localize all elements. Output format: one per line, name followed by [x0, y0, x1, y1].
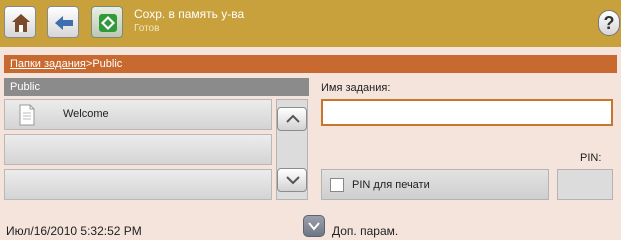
pin-print-toggle[interactable]: PIN для печати — [321, 169, 549, 200]
chevron-up-icon — [286, 114, 300, 123]
pin-print-label: PIN для печати — [352, 179, 430, 191]
list-item-label: Welcome — [63, 108, 109, 120]
start-button[interactable] — [91, 6, 123, 38]
folder-list-header: Public — [4, 78, 309, 96]
list-item[interactable]: Welcome — [4, 99, 272, 130]
breadcrumb: Папки задания>Public — [4, 55, 617, 73]
chevron-down-icon — [286, 176, 300, 185]
more-options-button[interactable] — [303, 215, 325, 237]
back-button[interactable] — [47, 6, 79, 38]
help-button[interactable]: ? — [598, 10, 620, 36]
status-title: Сохр. в память у-ва — [134, 7, 245, 21]
list-item[interactable] — [4, 169, 272, 200]
back-arrow-icon — [55, 16, 73, 30]
scroll-down-button[interactable] — [277, 168, 307, 192]
pin-label: PIN: — [580, 152, 602, 164]
pin-input[interactable] — [557, 169, 613, 200]
start-icon — [99, 14, 117, 32]
datetime-text: Июл/16/2010 5:32:52 PM — [6, 224, 142, 238]
scroll-up-button[interactable] — [277, 107, 307, 131]
job-name-label: Имя задания: — [321, 82, 391, 94]
status-subtitle: Готов — [134, 23, 160, 34]
pin-print-checkbox[interactable] — [330, 178, 344, 192]
status-bar: Сохр. в память у-ва Готов ? — [0, 0, 621, 47]
breadcrumb-link-job-folders[interactable]: Папки задания — [10, 58, 86, 70]
home-icon — [12, 14, 30, 32]
job-name-input[interactable] — [321, 99, 613, 126]
more-options-label[interactable]: Доп. парам. — [332, 224, 398, 238]
document-icon — [19, 104, 35, 126]
home-button[interactable] — [4, 6, 36, 38]
list-item[interactable] — [4, 134, 272, 165]
chevron-down-icon — [308, 222, 320, 231]
breadcrumb-current: Public — [92, 58, 123, 70]
